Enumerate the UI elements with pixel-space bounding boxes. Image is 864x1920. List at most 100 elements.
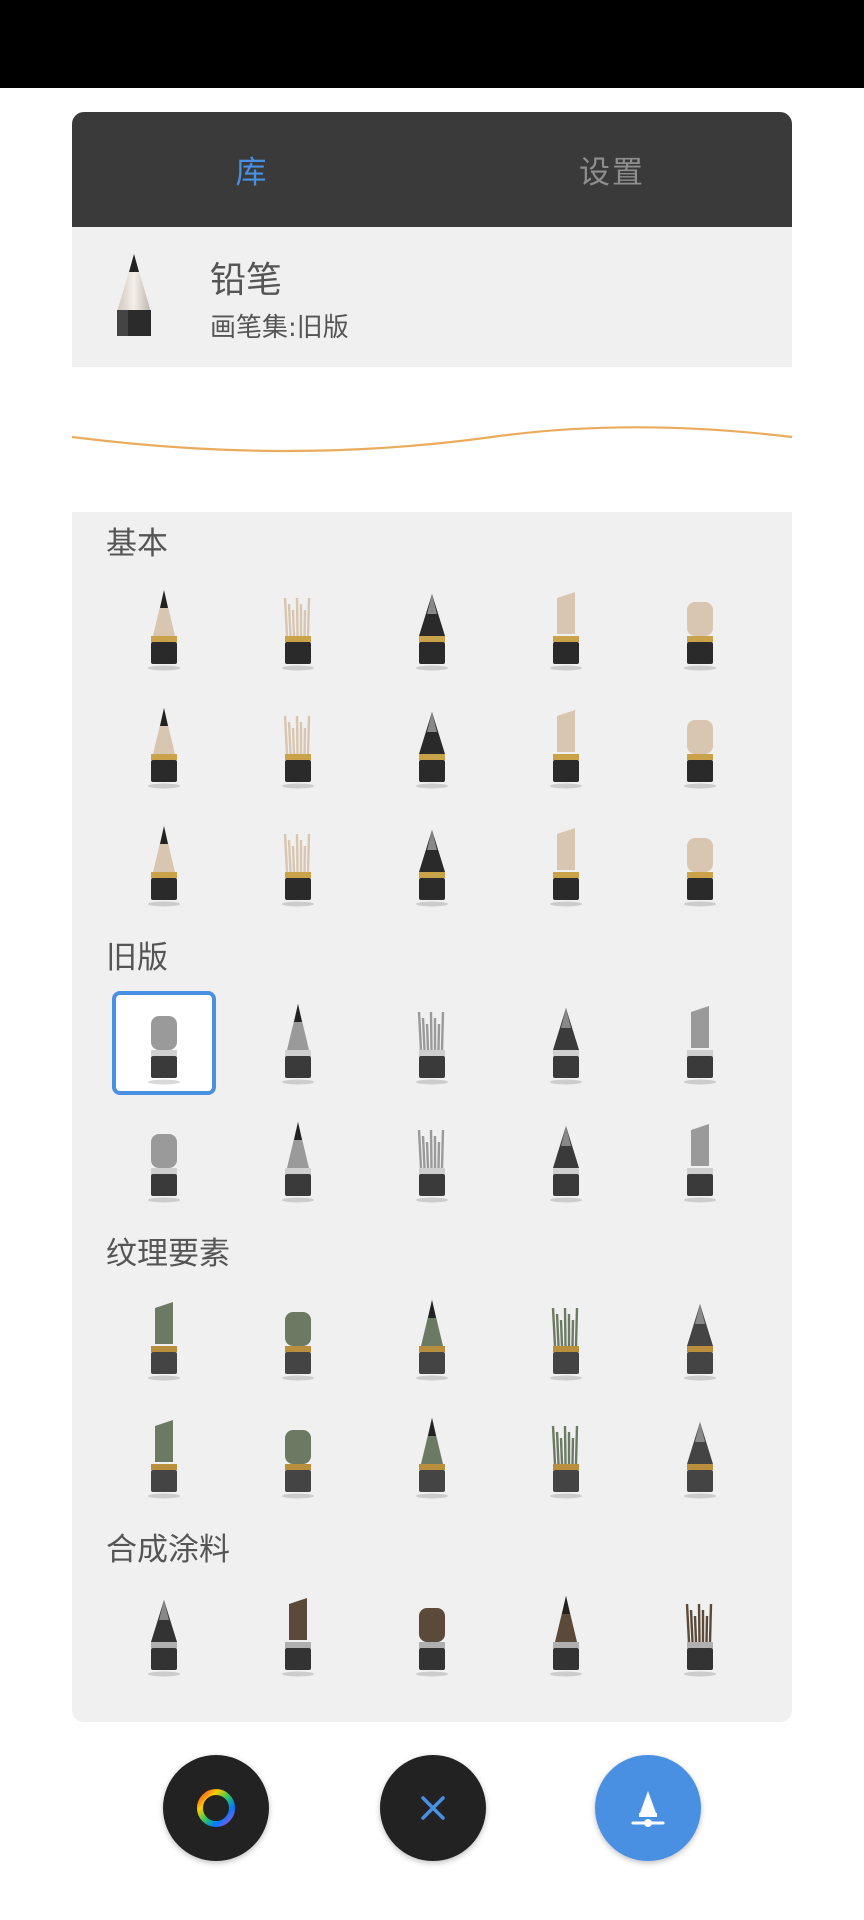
round-brush-icon	[148, 708, 180, 789]
eraser-round-icon	[684, 1124, 716, 1203]
brush-grid	[72, 984, 792, 1220]
brush-eraser-round[interactable]	[633, 1102, 767, 1220]
nib-pen-icon	[416, 1129, 448, 1203]
tab-library[interactable]: 库	[72, 112, 432, 227]
brush-settings-icon	[631, 1791, 665, 1827]
section-title: 合成涂料	[106, 1531, 230, 1568]
current-brush-name: 铅笔	[210, 259, 283, 301]
brush-eraser-square[interactable]	[499, 1102, 633, 1220]
brush-e-icon	[684, 1603, 716, 1677]
cone-brush-icon	[416, 712, 448, 789]
round-brush-icon	[148, 1134, 180, 1203]
wide-bristle-icon	[550, 828, 582, 907]
small-brush-icon	[282, 1122, 314, 1203]
brush-crumble-block[interactable]	[231, 806, 365, 924]
brush-c-icon	[416, 1608, 448, 1677]
pencil-icon	[148, 590, 180, 671]
brush-charcoal-block[interactable]	[97, 806, 231, 924]
chalk-tex-icon	[684, 1422, 716, 1499]
current-brush: 铅笔 画笔集:旧版	[72, 227, 792, 367]
airbrush-icon	[282, 1004, 314, 1085]
brush-pencil[interactable]	[97, 570, 231, 688]
marker-icon	[416, 1011, 448, 1085]
brush-brush-tex[interactable]	[231, 1398, 365, 1516]
brush-cone-brush[interactable]	[365, 688, 499, 806]
section-title: 旧版	[106, 939, 168, 976]
pencil-icon	[102, 247, 166, 347]
brush-fan-brush[interactable]	[365, 806, 499, 924]
brush-fountain-pen[interactable]	[633, 570, 767, 688]
color-wheel-icon	[197, 1789, 235, 1827]
brush-round-brush[interactable]	[97, 1102, 231, 1220]
brush-flat-bristle[interactable]	[633, 806, 767, 924]
pencil-icon	[148, 1016, 180, 1085]
selected-indicator	[112, 991, 216, 1095]
brush-dome-tex[interactable]	[365, 1398, 499, 1516]
brush-cone-dark[interactable]	[97, 1280, 231, 1398]
brush-chalk-tex[interactable]	[633, 1398, 767, 1516]
eraser-block-icon	[550, 710, 582, 789]
brush-big-cone-tex[interactable]	[97, 1398, 231, 1516]
eraser-square-icon	[550, 1126, 582, 1203]
brush-nib-pen[interactable]	[365, 1102, 499, 1220]
ballpoint-icon	[684, 1006, 716, 1085]
fountain-pen-icon	[684, 602, 716, 671]
brush-b-icon	[282, 1598, 314, 1677]
flat-bristle-icon	[684, 838, 716, 907]
current-brush-set: 画笔集:旧版	[210, 312, 349, 343]
tab-settings[interactable]: 设置	[432, 112, 792, 227]
brush-airbrush-tex[interactable]	[499, 1398, 633, 1516]
brush-ballpoint[interactable]	[633, 984, 767, 1102]
brush-settings-button[interactable]	[595, 1755, 701, 1861]
brush-ink-brush[interactable]	[231, 688, 365, 806]
chisel-icon	[550, 1008, 582, 1085]
brush-brush-b[interactable]	[231, 1576, 365, 1694]
brush-eraser-block[interactable]	[499, 688, 633, 806]
brush-pencil-tex[interactable]	[231, 1280, 365, 1398]
brush-chisel-marker[interactable]	[231, 570, 365, 688]
technical-pen-icon	[550, 592, 582, 671]
airbrush-tex-icon	[550, 1425, 582, 1499]
charcoal-block-icon	[148, 826, 180, 907]
brush-brush-d[interactable]	[499, 1576, 633, 1694]
section-title: 纹理要素	[106, 1235, 230, 1272]
brush-round-brush[interactable]	[97, 688, 231, 806]
brush-brush-c[interactable]	[365, 1576, 499, 1694]
brush-pencil[interactable]	[97, 984, 231, 1102]
dome-tex-icon	[416, 1418, 448, 1499]
brush-d-icon	[550, 1596, 582, 1677]
brush-airbrush[interactable]	[231, 984, 365, 1102]
brush-technical-pen[interactable]	[499, 570, 633, 688]
close-icon	[421, 1796, 445, 1820]
chisel-marker-icon	[282, 597, 314, 671]
eraser-slant-icon	[684, 720, 716, 789]
brush-grid	[72, 1280, 792, 1516]
brush-small-brush[interactable]	[231, 1102, 365, 1220]
tab-bar: 库 设置	[72, 112, 792, 227]
cone-dark-icon	[148, 1302, 180, 1381]
bottom-toolbar	[0, 1722, 864, 1920]
big-cone-tex-icon	[148, 1420, 180, 1499]
brush-crumble-tex[interactable]	[633, 1280, 767, 1398]
brush-eraser-slant[interactable]	[633, 688, 767, 806]
bristle-tex-icon	[550, 1307, 582, 1381]
brush-chisel[interactable]	[499, 984, 633, 1102]
brush-brush-a[interactable]	[97, 1576, 231, 1694]
brush-tex-icon	[282, 1430, 314, 1499]
section-title: 基本	[106, 525, 168, 562]
airbrush-icon	[416, 594, 448, 671]
brush-wide-bristle[interactable]	[499, 806, 633, 924]
block-tex-icon	[416, 1300, 448, 1381]
brush-brush-e[interactable]	[633, 1576, 767, 1694]
brush-airbrush[interactable]	[365, 570, 499, 688]
status-bar	[0, 0, 864, 88]
crumble-tex-icon	[684, 1304, 716, 1381]
ink-brush-icon	[282, 715, 314, 789]
brush-marker[interactable]	[365, 984, 499, 1102]
brush-grid	[72, 570, 792, 924]
close-button[interactable]	[380, 1755, 486, 1861]
brush-library: 基本旧版纹理要素合成涂料	[72, 510, 792, 1722]
brush-bristle-tex[interactable]	[499, 1280, 633, 1398]
brush-block-tex[interactable]	[365, 1280, 499, 1398]
color-wheel-button[interactable]	[163, 1755, 269, 1861]
